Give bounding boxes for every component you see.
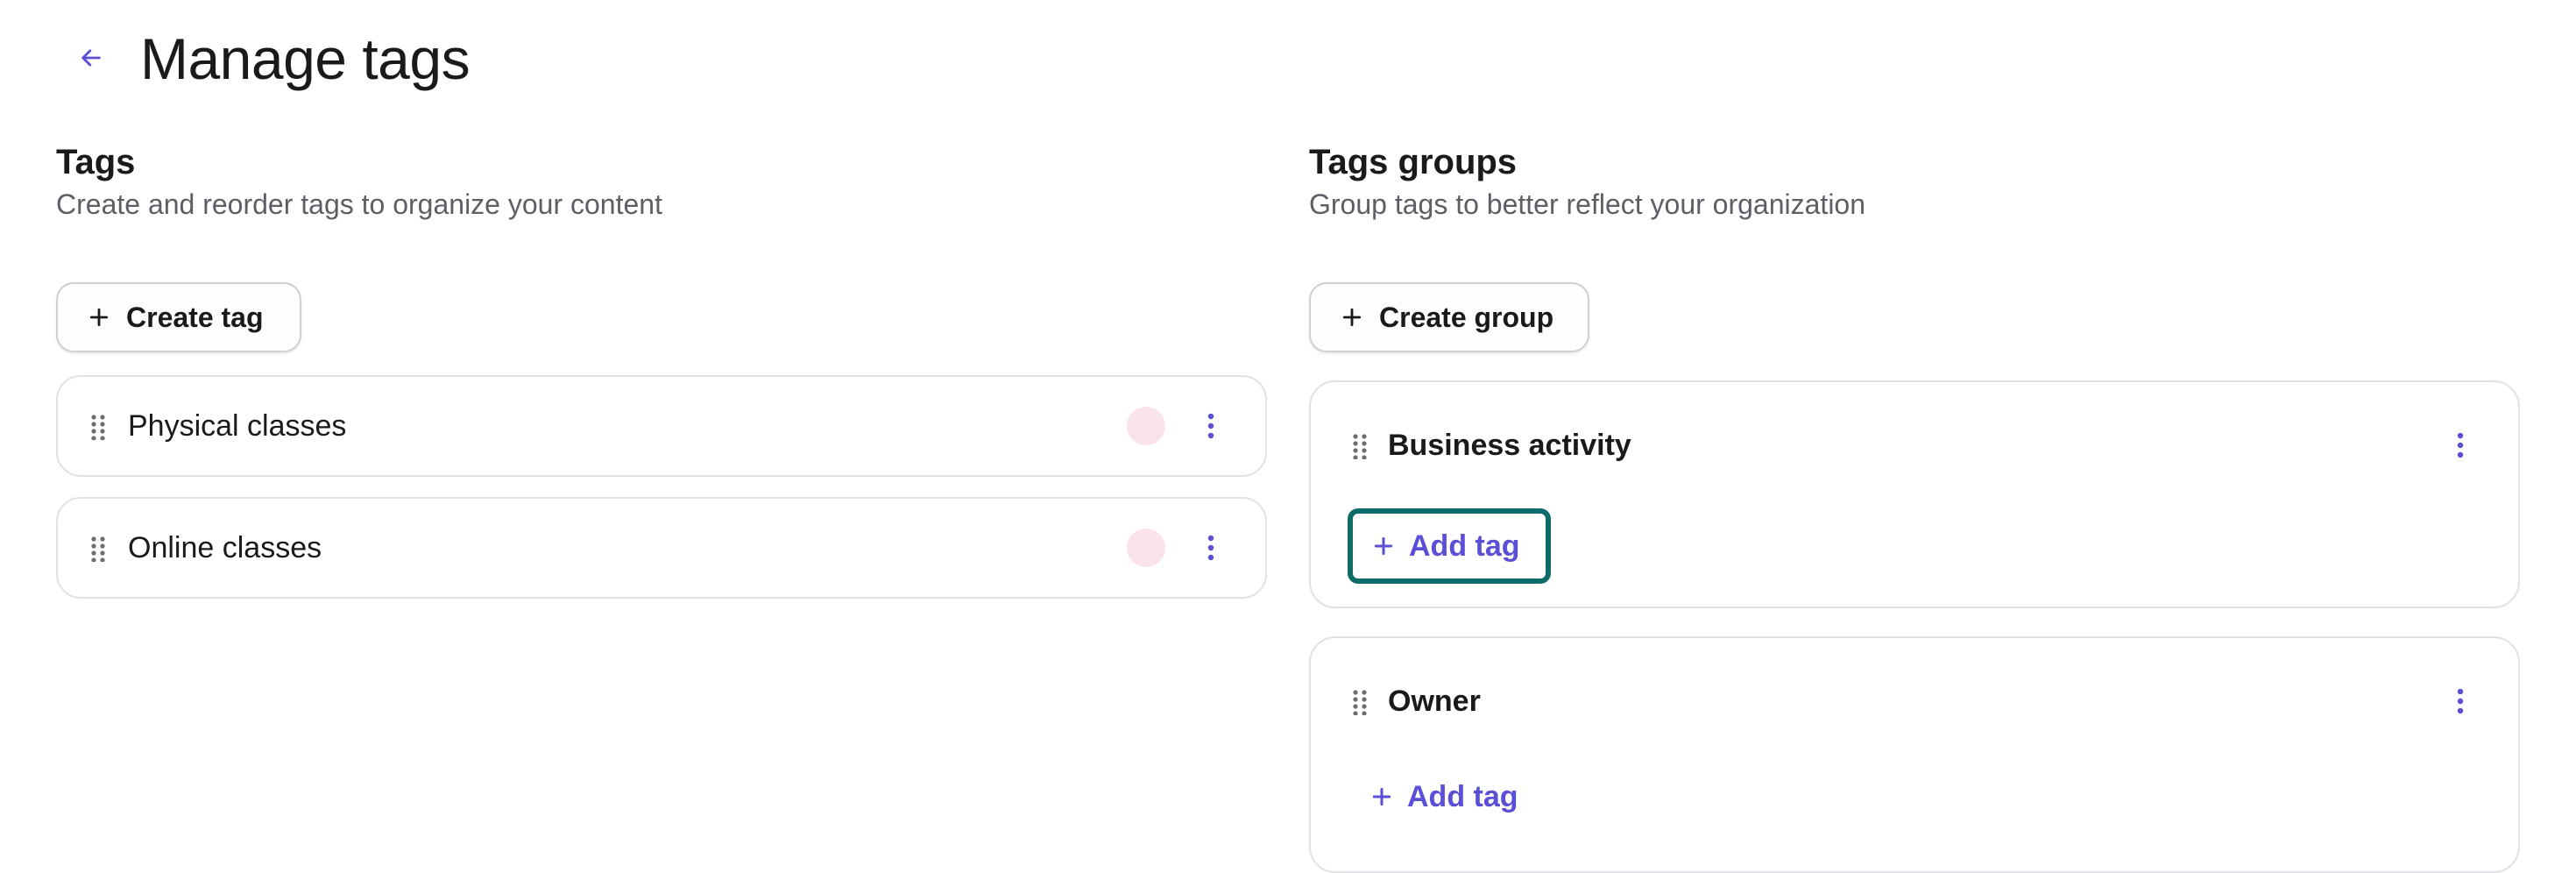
tag-label: Online classes <box>128 531 322 564</box>
drag-handle-icon[interactable] <box>89 414 107 440</box>
plus-icon <box>89 308 109 327</box>
group-title: Business activity <box>1388 429 1631 462</box>
drag-handle-icon[interactable] <box>89 536 107 562</box>
tag-more-button[interactable] <box>1200 530 1221 565</box>
tag-group-card: Owner Add tag <box>1309 636 2520 873</box>
create-tag-button[interactable]: Create tag <box>56 282 301 352</box>
groups-section-title: Tags groups <box>1309 143 1518 181</box>
tag-label: Physical classes <box>128 409 347 443</box>
arrow-left-icon <box>81 49 101 67</box>
create-group-button[interactable]: Create group <box>1309 282 1589 352</box>
add-tag-label: Add tag <box>1409 529 1520 563</box>
tag-more-button[interactable] <box>1200 408 1221 444</box>
tag-row[interactable]: Physical classes <box>56 375 1267 477</box>
drag-handle-icon[interactable] <box>1351 433 1369 459</box>
group-more-button[interactable] <box>2450 684 2471 719</box>
tag-row[interactable]: Online classes <box>56 497 1267 599</box>
groups-section-subtitle: Group tags to better reflect your organi… <box>1309 188 1866 220</box>
plus-icon <box>1372 787 1391 806</box>
group-title: Owner <box>1388 685 1481 718</box>
tag-color-swatch[interactable] <box>1127 407 1165 445</box>
create-tag-label: Create tag <box>126 301 264 333</box>
tags-section-subtitle: Create and reorder tags to organize your… <box>56 188 662 220</box>
more-vertical-icon <box>1207 535 1214 561</box>
more-vertical-icon <box>1207 413 1214 439</box>
more-vertical-icon <box>2457 688 2464 714</box>
group-more-button[interactable] <box>2450 428 2471 463</box>
tag-color-swatch[interactable] <box>1127 529 1165 567</box>
create-group-label: Create group <box>1379 301 1554 333</box>
back-button[interactable] <box>72 39 110 77</box>
plus-icon <box>1374 536 1393 556</box>
tags-section-title: Tags <box>56 143 136 181</box>
add-tag-button[interactable]: Add tag <box>1348 508 1551 584</box>
add-tag-label: Add tag <box>1407 779 1518 813</box>
more-vertical-icon <box>2457 432 2464 458</box>
tag-group-card: Business activity Add tag <box>1309 380 2520 608</box>
drag-handle-icon[interactable] <box>1351 689 1369 715</box>
page-title: Manage tags <box>140 26 471 91</box>
plus-icon <box>1342 308 1362 327</box>
add-tag-button[interactable]: Add tag <box>1370 775 1518 819</box>
